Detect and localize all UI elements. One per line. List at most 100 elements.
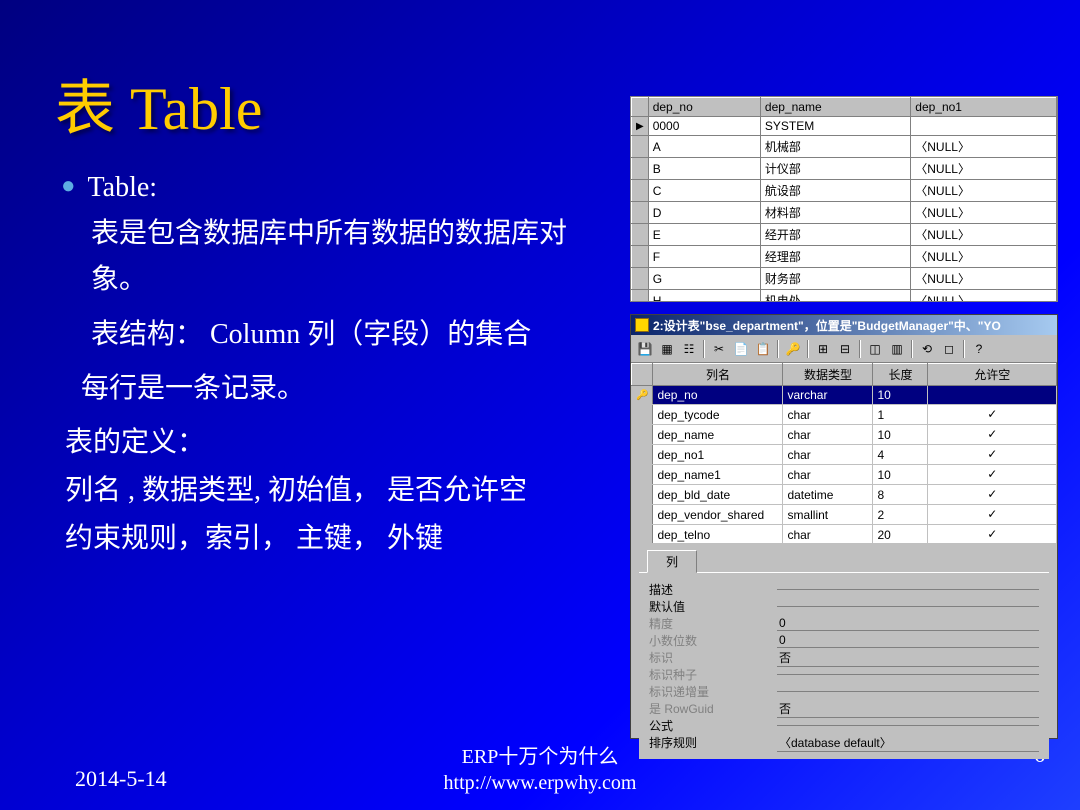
tool-icon[interactable]: ◻ [939, 339, 959, 359]
cell[interactable]: G [648, 268, 760, 290]
col-header[interactable]: dep_no1 [911, 98, 1057, 117]
cell[interactable]: 〈NULL〉 [911, 202, 1057, 224]
schema-row[interactable]: dep_name1char10✓ [632, 465, 1057, 485]
property-value[interactable]: 否 [777, 700, 1039, 718]
col-len-cell[interactable]: 8 [873, 485, 928, 505]
paste-icon[interactable]: 📋 [753, 339, 773, 359]
table-row[interactable]: ▶0000SYSTEM [632, 117, 1057, 136]
tool-icon[interactable]: ▦ [657, 339, 677, 359]
cell[interactable]: 计仪部 [760, 158, 910, 180]
property-value[interactable]: 〈database default〉 [777, 734, 1039, 752]
cell[interactable]: H [648, 290, 760, 303]
col-type-cell[interactable]: char [783, 425, 873, 445]
col-type-cell[interactable]: datetime [783, 485, 873, 505]
tool-icon[interactable]: ☷ [679, 339, 699, 359]
col-name-cell[interactable]: dep_bld_date [653, 485, 783, 505]
col-null-cell[interactable] [928, 386, 1057, 405]
property-row[interactable]: 默认值 [649, 598, 1039, 615]
col-type-cell[interactable]: char [783, 405, 873, 425]
cell[interactable]: 经开部 [760, 224, 910, 246]
col-header[interactable]: dep_no [648, 98, 760, 117]
col-type-cell[interactable]: char [783, 525, 873, 544]
property-row[interactable]: 小数位数0 [649, 632, 1039, 649]
tool-icon[interactable]: ◫ [865, 339, 885, 359]
property-row[interactable]: 排序规则〈database default〉 [649, 734, 1039, 751]
col-name-cell[interactable]: dep_no [653, 386, 783, 405]
cell[interactable]: 〈NULL〉 [911, 224, 1057, 246]
cell[interactable]: 财务部 [760, 268, 910, 290]
help-icon[interactable]: ? [969, 339, 989, 359]
schema-row[interactable]: dep_bld_datedatetime8✓ [632, 485, 1057, 505]
schema-col-header[interactable]: 数据类型 [783, 364, 873, 386]
property-value[interactable]: 0 [777, 616, 1039, 631]
property-value[interactable]: 否 [777, 649, 1039, 667]
table-row[interactable]: A机械部〈NULL〉 [632, 136, 1057, 158]
col-null-cell[interactable]: ✓ [928, 525, 1057, 544]
cell[interactable]: SYSTEM [760, 117, 910, 136]
cell[interactable]: 〈NULL〉 [911, 180, 1057, 202]
col-len-cell[interactable]: 1 [873, 405, 928, 425]
col-null-cell[interactable]: ✓ [928, 465, 1057, 485]
col-null-cell[interactable]: ✓ [928, 425, 1057, 445]
cell[interactable]: 〈NULL〉 [911, 246, 1057, 268]
col-len-cell[interactable]: 20 [873, 525, 928, 544]
table-row[interactable]: D材料部〈NULL〉 [632, 202, 1057, 224]
cell[interactable]: 〈NULL〉 [911, 290, 1057, 303]
col-name-cell[interactable]: dep_vendor_shared [653, 505, 783, 525]
cell[interactable]: 材料部 [760, 202, 910, 224]
property-value[interactable] [777, 691, 1039, 692]
col-type-cell[interactable]: smallint [783, 505, 873, 525]
col-null-cell[interactable]: ✓ [928, 485, 1057, 505]
property-value[interactable] [777, 674, 1039, 675]
table-row[interactable]: B计仪部〈NULL〉 [632, 158, 1057, 180]
col-null-cell[interactable]: ✓ [928, 505, 1057, 525]
cell[interactable]: B [648, 158, 760, 180]
save-icon[interactable]: 💾 [635, 339, 655, 359]
property-row[interactable]: 精度0 [649, 615, 1039, 632]
cell[interactable]: 机电处 [760, 290, 910, 303]
schema-row[interactable]: dep_vendor_sharedsmallint2✓ [632, 505, 1057, 525]
cell[interactable]: 〈NULL〉 [911, 268, 1057, 290]
property-row[interactable]: 标识递增量 [649, 683, 1039, 700]
cell[interactable]: A [648, 136, 760, 158]
property-row[interactable]: 公式 [649, 717, 1039, 734]
tool-icon[interactable]: ⊞ [813, 339, 833, 359]
col-name-cell[interactable]: dep_tycode [653, 405, 783, 425]
cell[interactable] [911, 117, 1057, 136]
table-row[interactable]: F经理部〈NULL〉 [632, 246, 1057, 268]
cell[interactable]: C [648, 180, 760, 202]
table-row[interactable]: G财务部〈NULL〉 [632, 268, 1057, 290]
property-row[interactable]: 是 RowGuid否 [649, 700, 1039, 717]
tab-columns[interactable]: 列 [647, 550, 697, 573]
col-null-cell[interactable]: ✓ [928, 405, 1057, 425]
cell[interactable]: 机械部 [760, 136, 910, 158]
cell[interactable]: 〈NULL〉 [911, 136, 1057, 158]
cell[interactable]: 航设部 [760, 180, 910, 202]
col-type-cell[interactable]: char [783, 445, 873, 465]
col-name-cell[interactable]: dep_name1 [653, 465, 783, 485]
col-header[interactable]: dep_name [760, 98, 910, 117]
property-value[interactable] [777, 589, 1039, 590]
col-type-cell[interactable]: char [783, 465, 873, 485]
col-len-cell[interactable]: 10 [873, 465, 928, 485]
table-row[interactable]: E经开部〈NULL〉 [632, 224, 1057, 246]
table-row[interactable]: H机电处〈NULL〉 [632, 290, 1057, 303]
col-len-cell[interactable]: 2 [873, 505, 928, 525]
cell[interactable]: 经理部 [760, 246, 910, 268]
cut-icon[interactable]: ✂ [709, 339, 729, 359]
schema-col-header[interactable]: 长度 [873, 364, 928, 386]
schema-col-header[interactable]: 允许空 [928, 364, 1057, 386]
schema-row[interactable]: 🔑dep_novarchar10 [632, 386, 1057, 405]
schema-row[interactable]: dep_tycodechar1✓ [632, 405, 1057, 425]
col-len-cell[interactable]: 10 [873, 386, 928, 405]
tool-icon[interactable]: ⟲ [917, 339, 937, 359]
property-value[interactable] [777, 725, 1039, 726]
titlebar[interactable]: 2:设计表"bse_department"，位置是"BudgetManager"… [631, 315, 1057, 335]
cell[interactable]: 〈NULL〉 [911, 158, 1057, 180]
property-row[interactable]: 标识种子 [649, 666, 1039, 683]
col-name-cell[interactable]: dep_name [653, 425, 783, 445]
schema-row[interactable]: dep_namechar10✓ [632, 425, 1057, 445]
col-len-cell[interactable]: 4 [873, 445, 928, 465]
schema-row[interactable]: dep_telnochar20✓ [632, 525, 1057, 544]
tool-icon[interactable]: ▥ [887, 339, 907, 359]
